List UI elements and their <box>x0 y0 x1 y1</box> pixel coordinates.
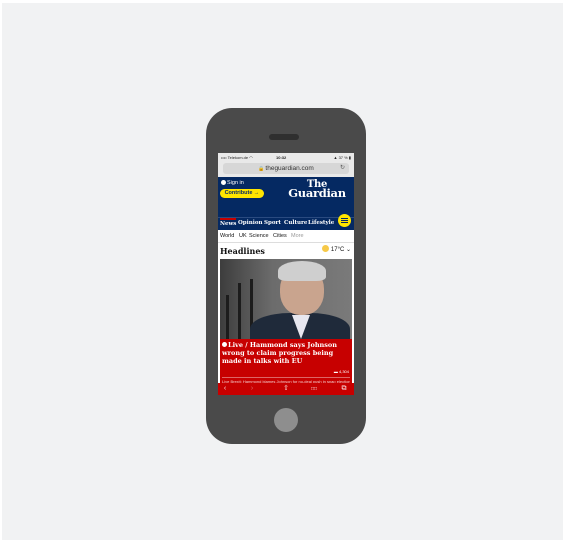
comment-count[interactable]: ▬ 4,304 <box>334 369 349 374</box>
menu-icon-bar-1 <box>341 218 348 219</box>
home-button[interactable] <box>274 408 298 432</box>
subnav-cities[interactable]: Cities <box>273 230 287 242</box>
story-photo[interactable] <box>220 259 352 339</box>
status-bar: •••• Telekom.de ◠ 10:32 ▲ 37 % ▮ <box>218 153 354 162</box>
browser-toolbar: ‹ › ⇧ □□ ⧉ <box>218 383 354 395</box>
weather-widget[interactable]: 17°C ⌄ <box>321 244 351 256</box>
menu-icon-bar-2 <box>341 220 348 221</box>
reload-icon[interactable]: ↻ <box>340 163 345 174</box>
nav-culture[interactable]: Culture <box>284 218 307 230</box>
url-text: theguardian.com <box>265 165 314 172</box>
logo-line-2: Guardian <box>288 186 346 200</box>
subnav-science[interactable]: Science <box>249 230 269 242</box>
menu-button[interactable] <box>338 214 351 227</box>
story-headline[interactable]: Live / Hammond says Johnson wrong to cla… <box>222 341 350 365</box>
clock: 10:32 <box>276 155 287 160</box>
background: •••• Telekom.de ◠ 10:32 ▲ 37 % ▮ 🔒thegua… <box>2 3 563 540</box>
address-bar[interactable]: 🔒theguardian.com ↻ <box>223 163 349 174</box>
nav-lifestyle[interactable]: Lifestyle <box>308 218 334 230</box>
bookmarks-icon[interactable]: □□ <box>308 383 320 395</box>
tabs-icon[interactable]: ⧉ <box>338 383 350 395</box>
story-card[interactable]: Live / Hammond says Johnson wrong to cla… <box>220 339 352 384</box>
masthead: Sign in Contribute → The Guardian <box>218 177 354 217</box>
photo-subject-hair <box>278 261 326 281</box>
battery-indicator: ▲ 37 % ▮ <box>333 155 352 160</box>
lock-icon: 🔒 <box>258 166 265 172</box>
nav-opinion[interactable]: Opinion <box>238 218 262 230</box>
sign-in-link[interactable]: Sign in <box>221 180 244 187</box>
phone-screen: •••• Telekom.de ◠ 10:32 ▲ 37 % ▮ 🔒thegua… <box>218 153 354 395</box>
menu-icon-bar-3 <box>341 222 348 223</box>
railing-post <box>238 283 241 339</box>
user-icon <box>221 180 226 185</box>
forward-icon[interactable]: › <box>246 383 258 395</box>
contribute-button[interactable]: Contribute → <box>220 189 264 198</box>
temperature: 17°C ⌄ <box>330 247 351 253</box>
story-kicker: Live / <box>228 341 250 349</box>
sub-nav: World UK Science Cities More <box>218 230 354 243</box>
speaker-grille <box>269 134 299 140</box>
browser-chrome: 🔒theguardian.com ↻ <box>218 162 354 177</box>
subnav-uk[interactable]: UK <box>239 230 247 242</box>
back-icon[interactable]: ‹ <box>219 383 231 395</box>
sign-in-label: Sign in <box>227 180 244 186</box>
carrier-label: •••• Telekom.de ◠ <box>221 155 253 160</box>
subnav-more[interactable]: More <box>291 230 304 242</box>
railing-post <box>226 295 229 339</box>
guardian-logo[interactable]: The Guardian <box>283 180 351 200</box>
sun-icon <box>321 245 329 252</box>
main-nav: News Opinion Sport Culture Lifestyle <box>218 214 354 230</box>
share-icon[interactable]: ⇧ <box>280 383 292 395</box>
section-title: Headlines <box>220 246 265 256</box>
subnav-world[interactable]: World <box>220 230 234 242</box>
phone-frame: •••• Telekom.de ◠ 10:32 ▲ 37 % ▮ 🔒thegua… <box>206 108 366 444</box>
live-dot-icon <box>222 342 227 347</box>
nav-sport[interactable]: Sport <box>264 218 281 230</box>
